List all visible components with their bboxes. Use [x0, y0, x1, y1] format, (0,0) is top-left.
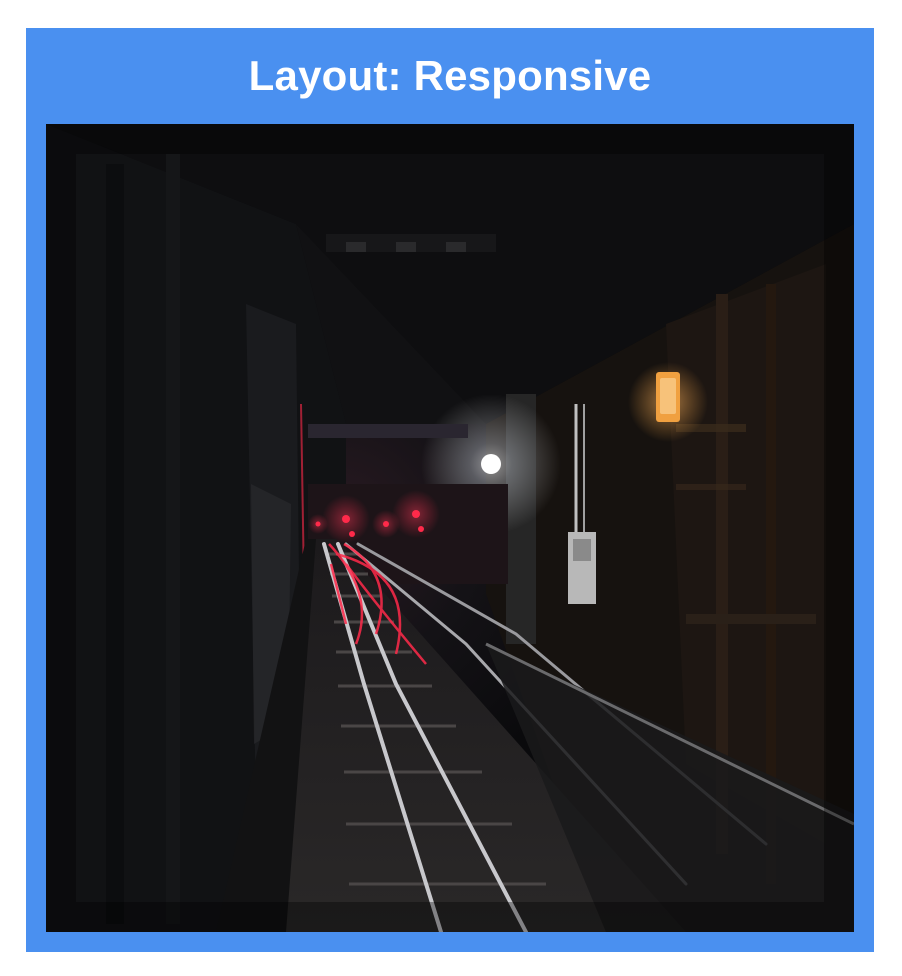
responsive-layout-card: Layout: Responsive	[26, 28, 874, 952]
tunnel-photo-illustration	[46, 124, 854, 932]
tunnel-photo	[46, 124, 854, 932]
page-title: Layout: Responsive	[248, 52, 652, 99]
